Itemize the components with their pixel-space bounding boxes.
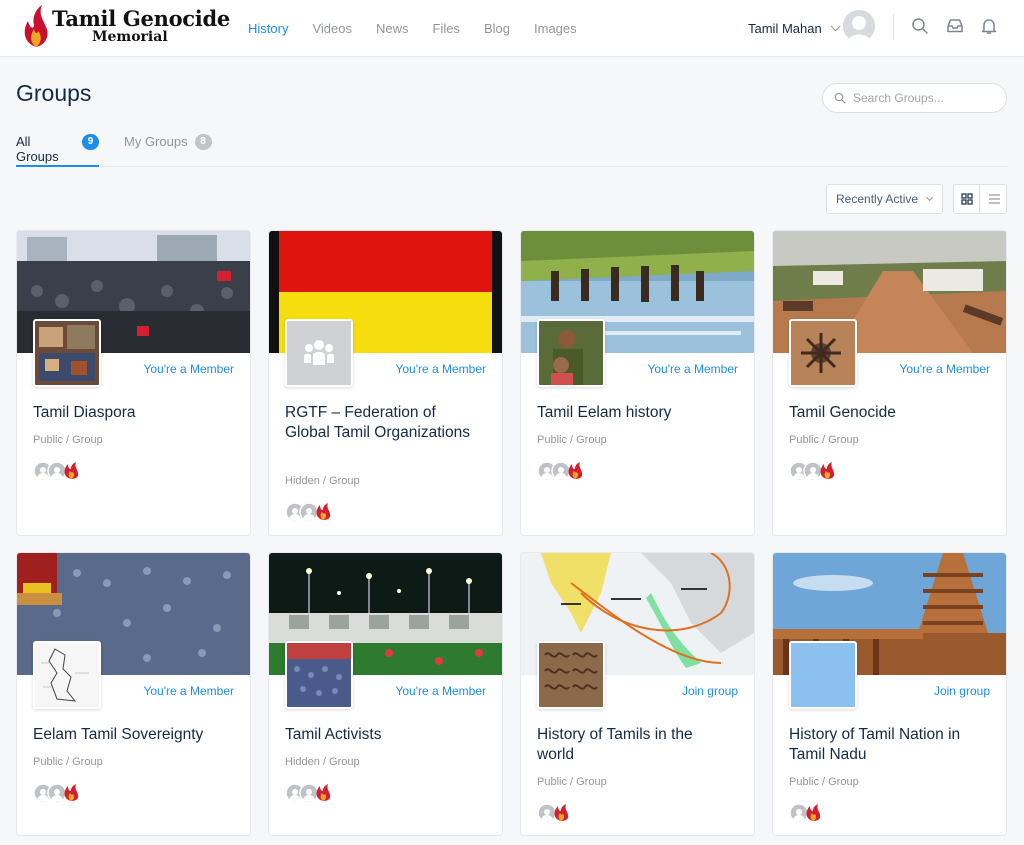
group-card[interactable]: You're a Member Tamil Eelam history Publ… [520, 230, 755, 536]
membership-status[interactable]: You're a Member [395, 362, 486, 376]
flame-logo-icon [24, 5, 48, 47]
tab-label: All Groups [16, 134, 59, 164]
group-card[interactable]: You're a Member Tamil Diaspora Public / … [16, 230, 251, 536]
membership-status[interactable]: You're a Member [899, 362, 990, 376]
search-groups-input[interactable] [853, 84, 1003, 112]
sort-selected-value: Recently Active [836, 192, 919, 206]
join-group-button[interactable]: Join group [934, 684, 990, 698]
group-avatar [789, 319, 857, 387]
main-nav: History Videos News Files Blog Images [248, 0, 601, 57]
group-avatar [33, 319, 101, 387]
member-avatars-icon [537, 461, 583, 481]
member-avatars-icon [33, 783, 79, 803]
group-type: Public / Group [789, 434, 859, 446]
sort-select[interactable]: Recently Active [826, 184, 943, 214]
grid-view-icon [961, 193, 973, 205]
member-avatars-icon [285, 783, 331, 803]
group-name[interactable]: Tamil Genocide [789, 403, 979, 423]
group-avatar [789, 641, 857, 709]
logo-title: Tamil Genocide [52, 6, 230, 31]
list-view-icon [989, 194, 1000, 204]
search-box[interactable] [822, 83, 1007, 113]
group-name[interactable]: Tamil Diaspora [33, 403, 223, 423]
tab-count-badge: 8 [194, 134, 212, 150]
tab-count-badge: 9 [82, 134, 99, 150]
site-logo[interactable]: Tamil Genocide Memorial [20, 3, 230, 53]
group-card[interactable]: You're a Member RGTF – Federation of Glo… [268, 230, 503, 536]
view-toggle [953, 184, 1007, 214]
chevron-down-icon [830, 21, 841, 32]
grid-view-button[interactable] [954, 185, 980, 213]
group-avatar [537, 319, 605, 387]
user-name: Tamil Mahan [748, 21, 822, 36]
user-avatar[interactable] [843, 10, 875, 42]
inbox-icon[interactable] [945, 16, 965, 36]
tab-my-groups[interactable]: My Groups 8 [124, 128, 212, 167]
member-avatars-icon [789, 803, 821, 823]
group-card[interactable]: You're a Member Tamil Genocide Public / … [772, 230, 1007, 536]
group-tabs: All Groups 9 My Groups 8 [16, 128, 1008, 167]
membership-status[interactable]: You're a Member [395, 684, 486, 698]
membership-status[interactable]: You're a Member [647, 362, 738, 376]
group-avatar [33, 641, 101, 709]
group-card[interactable]: You're a Member Tamil Activists Hidden /… [268, 552, 503, 836]
group-name[interactable]: RGTF – Federation of Global Tamil Organi… [285, 403, 475, 443]
nav-item-images[interactable]: Images [534, 0, 577, 57]
group-placeholder-icon [287, 321, 351, 385]
group-name[interactable]: Tamil Activists [285, 725, 475, 745]
default-avatar-icon [843, 10, 875, 42]
group-card[interactable]: You're a Member Eelam Tamil Sovereignty … [16, 552, 251, 836]
group-type: Public / Group [789, 776, 859, 788]
member-avatars [33, 461, 93, 481]
user-menu[interactable]: Tamil Mahan [748, 0, 841, 57]
group-type: Public / Group [537, 434, 607, 446]
member-avatars [537, 461, 597, 481]
group-type: Hidden / Group [285, 756, 360, 768]
nav-item-blog[interactable]: Blog [484, 0, 510, 57]
member-avatars [537, 803, 597, 823]
member-avatars [33, 783, 93, 803]
header-divider [893, 14, 894, 40]
search-icon [834, 92, 846, 104]
group-type: Hidden / Group [285, 475, 360, 487]
page-title: Groups [16, 80, 92, 106]
member-avatars-icon [789, 461, 835, 481]
chevron-down-icon [925, 193, 934, 202]
nav-item-files[interactable]: Files [432, 0, 459, 57]
member-avatars-icon [285, 502, 331, 522]
member-avatars [285, 783, 345, 803]
group-name[interactable]: History of Tamil Nation in Tamil Nadu [789, 725, 979, 765]
group-type: Public / Group [537, 776, 607, 788]
group-card[interactable]: Join group History of Tamils in the worl… [520, 552, 755, 836]
group-card[interactable]: Join group History of Tamil Nation in Ta… [772, 552, 1007, 836]
member-avatars [789, 461, 849, 481]
member-avatars [285, 502, 345, 522]
group-name[interactable]: Tamil Eelam history [537, 403, 727, 423]
group-avatar [285, 319, 353, 387]
nav-item-news[interactable]: News [376, 0, 409, 57]
group-type: Public / Group [33, 434, 103, 446]
membership-status[interactable]: You're a Member [143, 362, 234, 376]
member-avatars-icon [537, 803, 569, 823]
join-group-button[interactable]: Join group [682, 684, 738, 698]
group-name[interactable]: History of Tamils in the world [537, 725, 727, 765]
list-view-button[interactable] [981, 185, 1007, 213]
site-header: Tamil Genocide Memorial History Videos N… [0, 0, 1024, 57]
nav-item-history[interactable]: History [248, 0, 288, 57]
member-avatars [789, 803, 849, 823]
group-type: Public / Group [33, 756, 103, 768]
bell-icon[interactable] [979, 16, 999, 36]
tab-all-groups[interactable]: All Groups 9 [16, 128, 99, 167]
member-avatars-icon [33, 461, 79, 481]
search-icon[interactable] [910, 16, 930, 36]
tab-label: My Groups [124, 134, 188, 149]
group-name[interactable]: Eelam Tamil Sovereignty [33, 725, 223, 745]
group-avatar [537, 641, 605, 709]
group-avatar [285, 641, 353, 709]
logo-subtitle: Memorial [92, 29, 168, 45]
nav-item-videos[interactable]: Videos [312, 0, 352, 57]
membership-status[interactable]: You're a Member [143, 684, 234, 698]
